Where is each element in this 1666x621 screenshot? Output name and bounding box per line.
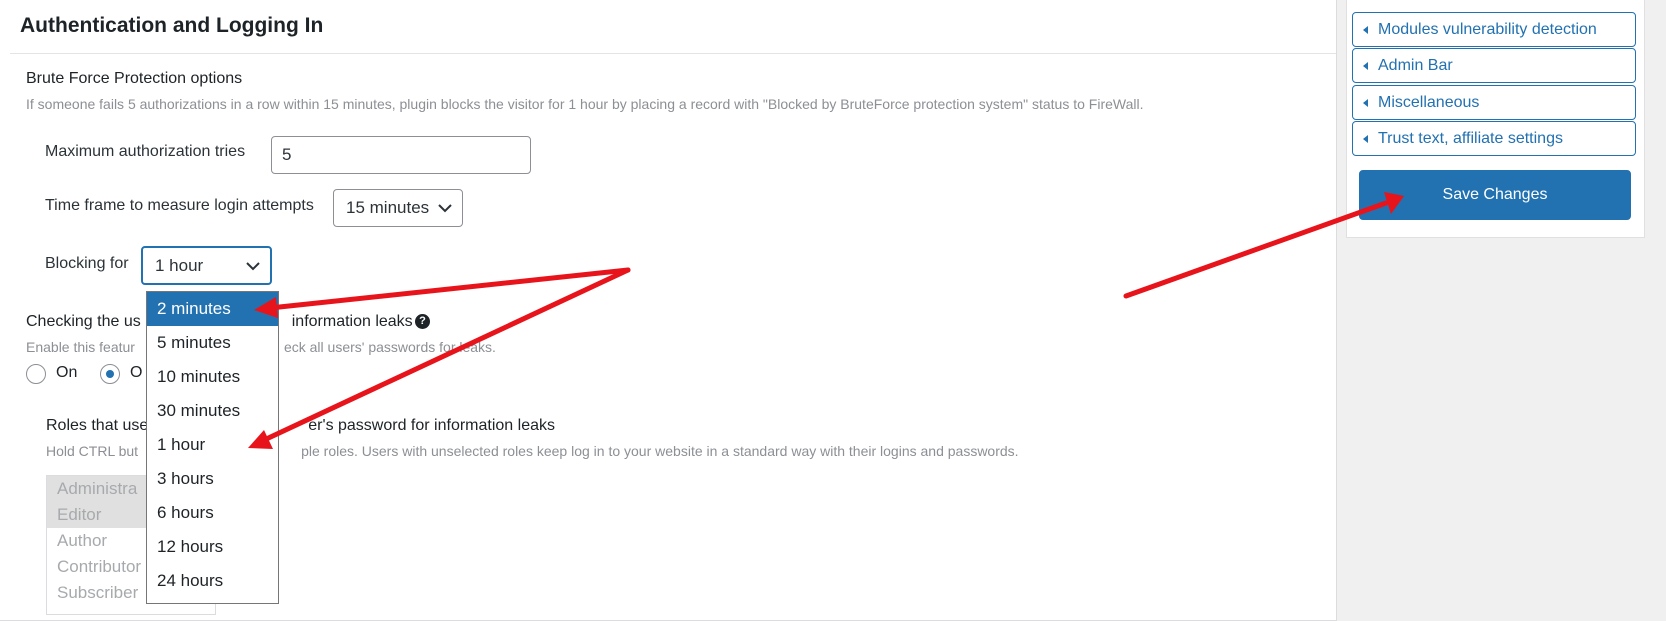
caret-left-icon — [1363, 98, 1368, 107]
roles-title-end: er's password for information leaks — [308, 417, 555, 434]
save-changes-button[interactable]: Save Changes — [1359, 170, 1631, 220]
chevron-down-icon — [246, 256, 260, 276]
roles-title-start: Roles that use — [46, 417, 149, 434]
dropdown-option[interactable]: 5 minutes — [147, 326, 278, 360]
help-icon[interactable]: ? — [415, 314, 430, 329]
blocking-select[interactable]: 1 hour — [141, 246, 272, 285]
dropdown-option[interactable]: 24 hours — [147, 564, 278, 598]
blocking-label: Blocking for — [45, 255, 129, 272]
radio-off[interactable] — [100, 364, 120, 384]
blocking-dropdown-list: 2 minutes 5 minutes 10 minutes 30 minute… — [146, 291, 279, 604]
radio-on-label: On — [56, 364, 78, 381]
dropdown-option[interactable]: 2 minutes — [147, 292, 278, 326]
dropdown-option[interactable]: 12 hours — [147, 530, 278, 564]
title-divider — [10, 53, 1336, 54]
brute-force-title: Brute Force Protection options — [26, 70, 243, 87]
sidebar-item-trust-text[interactable]: Trust text, affiliate settings — [1352, 121, 1636, 156]
caret-left-icon — [1363, 61, 1368, 70]
blocking-value: 1 hour — [155, 255, 204, 275]
dropdown-option[interactable]: 6 hours — [147, 496, 278, 530]
leak-check-title-start: Checking the us — [26, 313, 141, 330]
sidebar-item-label: Trust text, affiliate settings — [1378, 129, 1563, 147]
sidebar-item-miscellaneous[interactable]: Miscellaneous — [1352, 85, 1636, 120]
roles-desc-start: Hold CTRL but — [46, 443, 139, 459]
brute-force-description: If someone fails 5 authorizations in a r… — [26, 96, 1144, 112]
sidebar-item-label: Miscellaneous — [1378, 93, 1480, 111]
leak-check-desc-start: Enable this featur — [26, 339, 135, 355]
radio-off-label: O — [130, 364, 143, 381]
leak-check-desc-end: eck all users' passwords for leaks. — [283, 339, 496, 355]
caret-left-icon — [1363, 25, 1368, 34]
max-tries-input[interactable] — [271, 136, 531, 174]
radio-on[interactable] — [26, 364, 46, 384]
sidebar-item-modules-vulnerability[interactable]: Modules vulnerability detection — [1352, 12, 1636, 47]
time-frame-select[interactable]: 15 minutes — [333, 189, 463, 227]
time-frame-value: 15 minutes — [346, 198, 430, 217]
sidebar-item-label: Admin Bar — [1378, 56, 1453, 74]
chevron-down-icon — [438, 198, 452, 218]
sidebar-item-label: Modules vulnerability detection — [1378, 20, 1597, 38]
dropdown-option[interactable]: 30 minutes — [147, 394, 278, 428]
dropdown-option[interactable]: 3 hours — [147, 462, 278, 496]
dropdown-option[interactable]: 10 minutes — [147, 360, 278, 394]
dropdown-option[interactable]: 1 hour — [147, 428, 278, 462]
section-title: Authentication and Logging In — [20, 14, 324, 37]
sidebar-item-admin-bar[interactable]: Admin Bar — [1352, 48, 1636, 83]
roles-desc-end: ple roles. Users with unselected roles k… — [301, 443, 1019, 459]
caret-left-icon — [1363, 134, 1368, 143]
time-frame-label: Time frame to measure login attempts — [45, 197, 314, 214]
roles-title: Roles that use er's password for informat… — [46, 417, 555, 435]
leak-check-title-end: information leaks — [291, 313, 413, 330]
max-tries-label: Maximum authorization tries — [45, 143, 246, 160]
